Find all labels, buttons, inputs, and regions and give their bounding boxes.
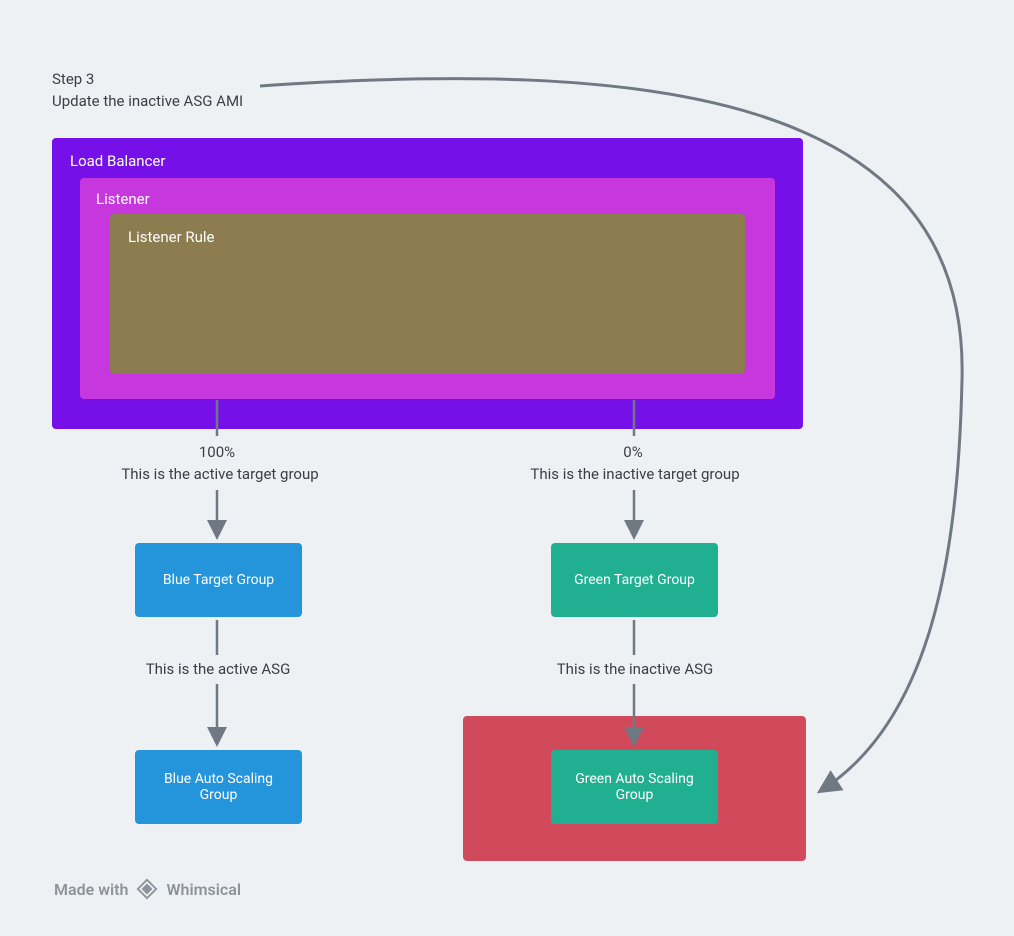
green-target-group-box: Green Target Group xyxy=(551,543,718,617)
blue-pct-note: This is the active target group xyxy=(100,463,340,485)
load-balancer-label: Load Balancer xyxy=(52,138,803,178)
green-pct-note: This is the inactive target group xyxy=(510,463,760,485)
blue-target-group-box: Blue Target Group xyxy=(135,543,302,617)
brand-name: Whimsical xyxy=(166,880,241,899)
listener-rule-box: Listener Rule xyxy=(110,214,745,374)
blue-pct-block: 100% xyxy=(147,441,287,463)
load-balancer-box: Load Balancer Listener Listener Rule xyxy=(52,138,803,429)
blue-target-group-label: Blue Target Group xyxy=(163,572,274,588)
step-desc: Update the inactive ASG AMI xyxy=(52,92,243,110)
green-asg-note: This is the inactive ASG xyxy=(552,660,718,678)
blue-pct: 100% xyxy=(199,443,235,461)
listener-rule-label: Listener Rule xyxy=(110,214,745,260)
green-pct: 0% xyxy=(623,443,642,461)
green-target-group-label: Green Target Group xyxy=(574,572,695,588)
green-asg-label: Green Auto Scaling Group xyxy=(561,771,708,803)
whimsical-icon xyxy=(136,878,158,900)
step-number: Step 3 xyxy=(52,70,94,88)
made-with-footer: Made with Whimsical xyxy=(54,878,241,900)
green-asg-box: Green Auto Scaling Group xyxy=(551,750,718,824)
made-with-text: Made with xyxy=(54,880,128,899)
blue-asg-note: This is the active ASG xyxy=(143,660,293,678)
blue-asg-box: Blue Auto Scaling Group xyxy=(135,750,302,824)
green-pct-block: 0% xyxy=(563,441,703,463)
listener-label: Listener xyxy=(80,178,775,214)
blue-asg-label: Blue Auto Scaling Group xyxy=(145,771,292,803)
step-title: Step 3 Update the inactive ASG AMI xyxy=(52,68,243,112)
listener-box: Listener Listener Rule xyxy=(80,178,775,399)
